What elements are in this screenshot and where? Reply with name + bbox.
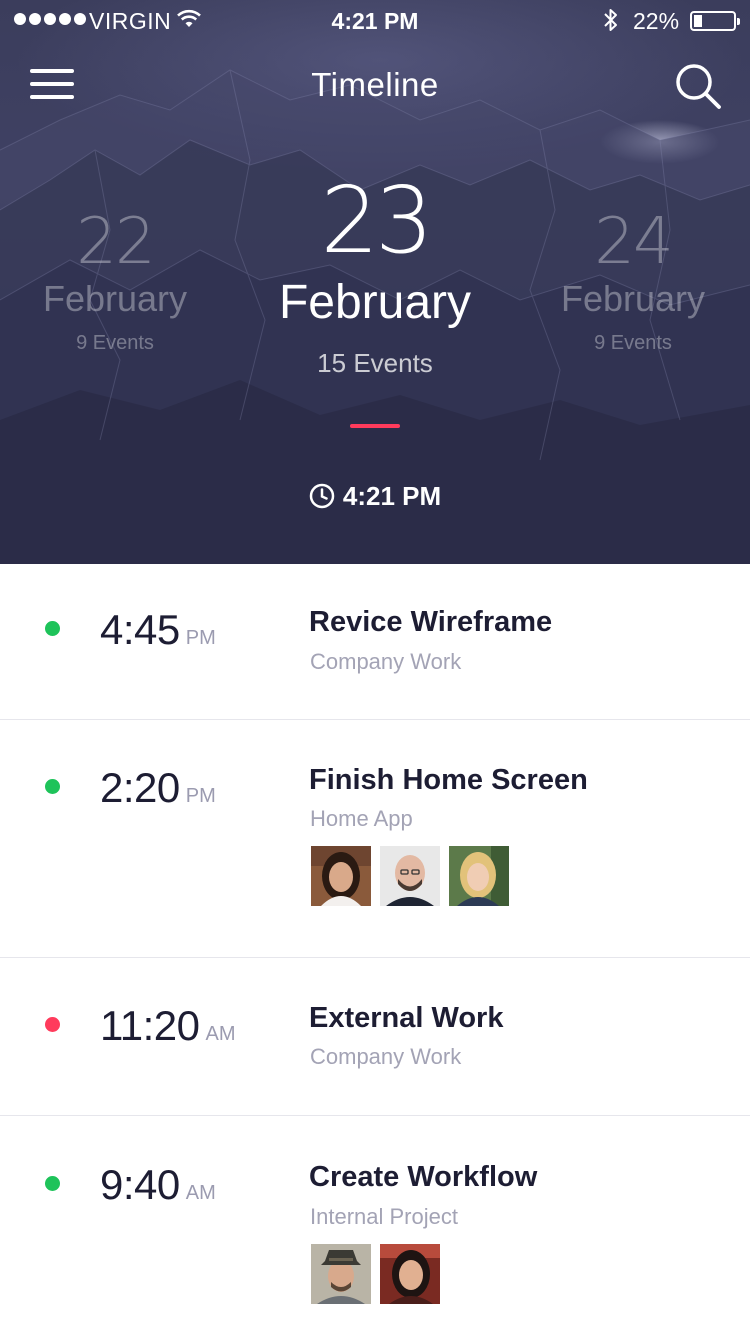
selected-date-indicator bbox=[350, 424, 400, 428]
page-title: Timeline bbox=[311, 66, 439, 103]
event-title: External Work bbox=[309, 1002, 504, 1034]
event-row[interactable]: 9:40 AM Create Workflow Internal Project bbox=[0, 1116, 750, 1334]
date-prev-events: 9 Events bbox=[76, 332, 154, 354]
event-title: Finish Home Screen bbox=[309, 764, 588, 796]
battery-level-fill bbox=[694, 15, 702, 27]
event-category: Company Work bbox=[310, 649, 462, 674]
date-next-month: February bbox=[560, 278, 706, 319]
avatar[interactable] bbox=[449, 846, 509, 906]
date-next[interactable]: 24 February 9 Events bbox=[518, 210, 748, 355]
event-time: 4:45 PM bbox=[100, 606, 216, 654]
battery-icon bbox=[690, 11, 740, 31]
date-prev-month: February bbox=[42, 278, 188, 319]
participant-avatars bbox=[311, 846, 509, 906]
event-row[interactable]: 11:20 AM External Work Company Work bbox=[0, 958, 750, 1116]
event-ampm: AM bbox=[185, 1182, 216, 1204]
event-time-value: 9:40 bbox=[100, 1161, 180, 1208]
status-dot-green bbox=[45, 1176, 60, 1191]
status-dot-green bbox=[45, 779, 60, 794]
date-prev-day: 22 bbox=[76, 205, 155, 279]
event-row[interactable]: 2:20 PM Finish Home Screen Home App bbox=[0, 720, 750, 958]
event-list: 4:45 PM Revice Wireframe Company Work 2:2… bbox=[0, 564, 750, 1334]
event-time-value: 4:45 bbox=[100, 606, 180, 653]
avatar[interactable] bbox=[380, 846, 440, 906]
event-time: 11:20 AM bbox=[100, 1002, 236, 1050]
event-ampm: PM bbox=[185, 627, 216, 649]
date-current[interactable]: 23 February 15 Events bbox=[225, 175, 525, 379]
date-prev[interactable]: 22 February 9 Events bbox=[0, 210, 230, 355]
search-icon[interactable] bbox=[674, 62, 724, 112]
status-dot-red bbox=[45, 1017, 60, 1032]
date-current-day: 23 bbox=[320, 167, 433, 274]
event-category: Home App bbox=[310, 806, 413, 831]
current-time-label: 4:21 PM bbox=[342, 481, 442, 511]
event-time: 9:40 AM bbox=[100, 1161, 216, 1209]
clock-icon bbox=[309, 483, 335, 509]
event-time: 2:20 PM bbox=[100, 764, 216, 812]
status-dot-green bbox=[45, 621, 60, 636]
event-category: Internal Project bbox=[310, 1204, 458, 1229]
event-title: Create Workflow bbox=[309, 1161, 538, 1193]
event-time-value: 2:20 bbox=[100, 764, 180, 811]
timeline-header: VIRGIN 4:21 PM 22% Timeline 22 February … bbox=[0, 0, 750, 564]
battery-percentage: 22% bbox=[633, 8, 680, 34]
date-current-events: 15 Events bbox=[317, 348, 433, 378]
event-row[interactable]: 4:45 PM Revice Wireframe Company Work bbox=[0, 564, 750, 720]
date-next-day: 24 bbox=[594, 205, 673, 279]
date-next-events: 9 Events bbox=[594, 332, 672, 354]
event-title: Revice Wireframe bbox=[309, 606, 553, 638]
event-category: Company Work bbox=[310, 1044, 462, 1069]
event-ampm: AM bbox=[205, 1023, 236, 1045]
bluetooth-icon bbox=[604, 9, 617, 31]
avatar[interactable] bbox=[311, 1244, 371, 1304]
avatar[interactable] bbox=[380, 1244, 440, 1304]
event-ampm: PM bbox=[185, 785, 216, 807]
avatar[interactable] bbox=[311, 846, 371, 906]
date-current-month: February bbox=[278, 276, 472, 329]
event-time-value: 11:20 bbox=[100, 1002, 200, 1049]
status-bar: VIRGIN 4:21 PM 22% bbox=[0, 0, 750, 40]
participant-avatars bbox=[311, 1244, 440, 1304]
current-time: 4:21 PM bbox=[0, 481, 750, 512]
